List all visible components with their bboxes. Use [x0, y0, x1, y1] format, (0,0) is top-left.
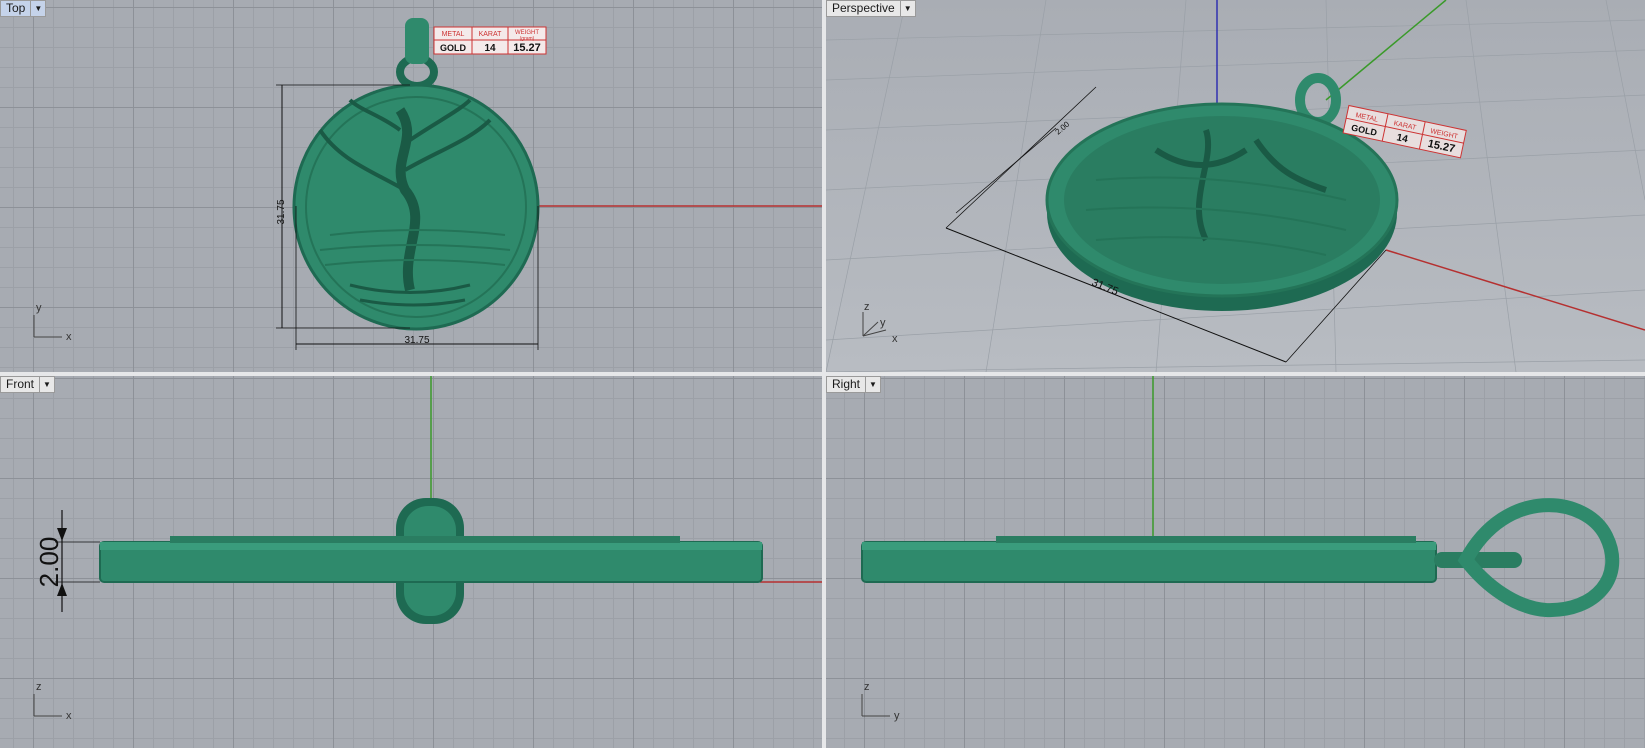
viewport-menu-arrow-icon[interactable]: ▼ [39, 377, 54, 392]
info-value-karat: 14 [484, 43, 496, 54]
svg-text:x: x [892, 333, 898, 345]
viewport-top[interactable]: Top ▼ 31.75 31.75 METAL KARAT WEIGHT (gr… [0, 0, 822, 372]
axis-label-x: x [66, 331, 72, 343]
dimension-label-persp-small: 2.00 [1054, 119, 1072, 136]
info-value-weight: 15.27 [513, 42, 541, 54]
info-header-karat: KARAT [479, 31, 503, 38]
svg-text:y: y [880, 317, 886, 329]
viewport-title: Perspective [832, 1, 895, 15]
svg-text:y: y [894, 710, 900, 722]
viewport-label-perspective[interactable]: Perspective ▼ [826, 0, 916, 17]
viewport-divider-horizontal[interactable] [0, 372, 1645, 376]
viewport-perspective[interactable]: Perspective ▼ METAL KARAT WEIGHT GOLD 14… [826, 0, 1645, 372]
front-view-canvas: 2.00 z x [33, 376, 822, 722]
axis-indicator [33, 315, 62, 338]
viewport-label-right[interactable]: Right ▼ [826, 376, 882, 393]
info-table: METAL KARAT WEIGHT (gram) GOLD 14 15.27 [433, 26, 547, 55]
axis-indicator [33, 694, 62, 717]
viewport-menu-arrow-icon[interactable]: ▼ [899, 1, 915, 16]
viewport-menu-arrow-icon[interactable]: ▼ [865, 377, 880, 392]
dimension-label-thickness: 2.00 [34, 537, 64, 588]
y-axis-line [1325, 0, 1447, 101]
viewport-front[interactable]: Front ▼ 2.00 z x [0, 376, 822, 748]
bail-top [405, 18, 429, 64]
info-header-metal: METAL [442, 31, 465, 38]
dimension-label-height: 31.75 [276, 199, 287, 224]
viewport-title: Front [6, 377, 35, 391]
viewport-title: Top [6, 1, 26, 15]
x-axis-line [1385, 249, 1645, 331]
info-value-metal: GOLD [440, 43, 466, 53]
top-view-canvas: 31.75 31.75 METAL KARAT WEIGHT (gram) GO… [33, 18, 822, 350]
viewport-right[interactable]: Right ▼ z y [826, 376, 1645, 748]
viewport-label-front[interactable]: Front ▼ [0, 376, 56, 393]
viewport-title: Right [832, 377, 861, 391]
viewport-label-top[interactable]: Top ▼ [0, 0, 47, 17]
svg-text:x: x [66, 710, 72, 722]
right-view-canvas: z y [861, 376, 1620, 722]
svg-text:z: z [864, 681, 870, 693]
viewport-menu-arrow-icon[interactable]: ▼ [30, 1, 45, 16]
svg-text:z: z [864, 301, 870, 313]
svg-text:z: z [36, 681, 42, 693]
axis-indicator [861, 694, 890, 717]
dimension-label-width: 31.75 [404, 335, 429, 346]
perspective-view-canvas: METAL KARAT WEIGHT GOLD 14 15.27 31.75 2… [826, 0, 1645, 372]
axis-label-y: y [36, 302, 42, 314]
